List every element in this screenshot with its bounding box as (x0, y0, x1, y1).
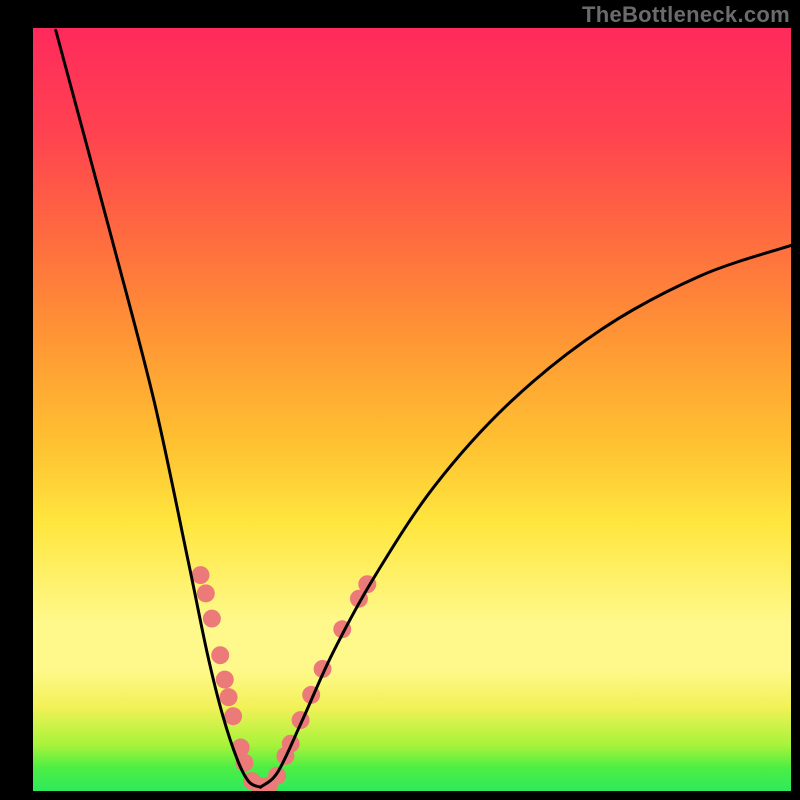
chart-frame: TheBottleneck.com (0, 0, 800, 800)
data-marker (211, 646, 229, 664)
plot-area (32, 27, 792, 792)
data-marker (224, 707, 242, 725)
data-marker (197, 584, 215, 602)
watermark-text: TheBottleneck.com (582, 2, 790, 28)
data-marker (192, 566, 210, 584)
data-marker (220, 688, 238, 706)
chart-svg (33, 28, 791, 791)
curve-right-branch (260, 245, 791, 787)
data-marker (216, 671, 234, 689)
data-marker (203, 610, 221, 628)
